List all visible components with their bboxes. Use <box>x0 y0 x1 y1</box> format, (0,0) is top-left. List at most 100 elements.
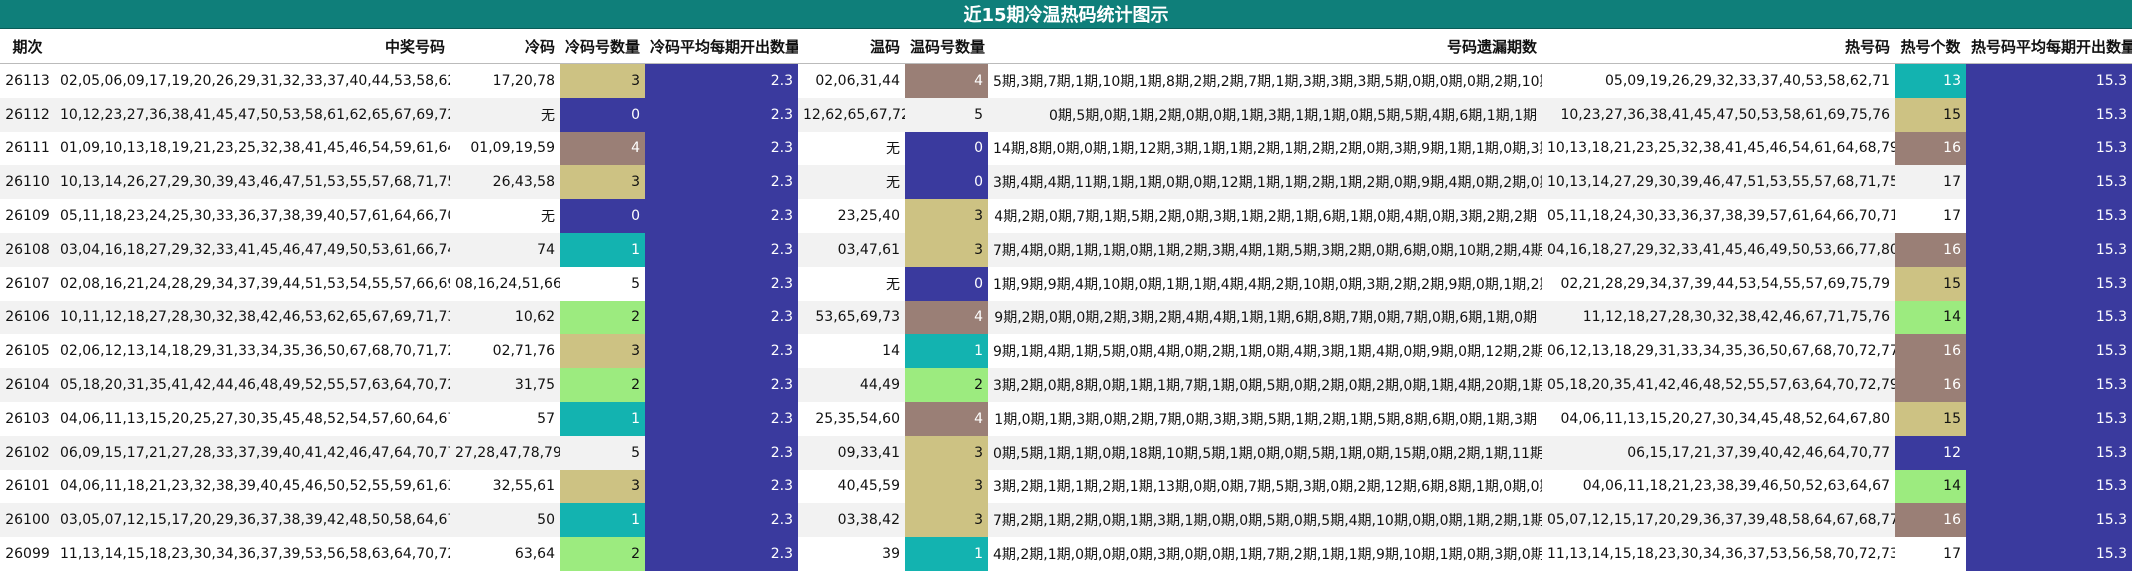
cell-cold-avg: 2.3 <box>645 97 798 132</box>
cell-hot: 02,21,28,29,34,37,39,44,53,54,55,57,69,7… <box>1542 266 1895 301</box>
cell-hot-count: 12 <box>1895 435 1966 470</box>
cell-warm: 14 <box>798 334 905 369</box>
col-header-hot-avg: 热号码平均每期开出数量 <box>1966 28 2132 64</box>
cell-cold-count: 1 <box>560 232 645 267</box>
cell-numbers: 02,05,06,09,17,19,20,26,29,31,32,33,37,4… <box>55 63 450 98</box>
cell-numbers: 04,06,11,13,15,20,25,27,30,35,45,48,52,5… <box>55 401 450 436</box>
cell-cold-count: 2 <box>560 537 645 571</box>
cell-period: 26104 <box>0 368 55 402</box>
cell-cold-avg: 2.3 <box>645 232 798 267</box>
cell-hot: 10,13,18,21,23,25,32,38,41,45,46,54,61,6… <box>1542 131 1895 166</box>
table-row: 26104 05,18,20,31,35,41,42,44,46,48,49,52… <box>0 368 2132 402</box>
cell-hot-avg: 15.3 <box>1966 368 2132 402</box>
col-header-period: 期次 <box>0 28 55 64</box>
cell-warm: 40,45,59 <box>798 469 905 504</box>
cell-cold-avg: 2.3 <box>645 199 798 233</box>
cell-hot-avg: 15.3 <box>1966 537 2132 571</box>
cell-cold-count: 1 <box>560 503 645 538</box>
table-row: 26110 10,13,14,26,27,29,30,39,43,46,47,51… <box>0 165 2132 200</box>
table-row: 26106 10,11,12,18,27,28,30,32,38,42,46,53… <box>0 300 2132 335</box>
cell-hot: 04,16,18,27,29,32,33,41,45,46,49,50,53,6… <box>1542 232 1895 267</box>
cell-cold-avg: 2.3 <box>645 165 798 200</box>
cell-miss: 3期,2期,0期,8期,0期,1期,1期,7期,1期,0期,5期,0期,2期,0… <box>988 368 1542 402</box>
cell-cold-count: 3 <box>560 334 645 369</box>
cell-cold: 10,62 <box>450 300 560 335</box>
cell-warm: 53,65,69,73 <box>798 300 905 335</box>
cell-hot: 10,13,14,27,29,30,39,46,47,51,53,55,57,6… <box>1542 165 1895 200</box>
table-row: 26101 04,06,11,18,21,23,32,38,39,40,45,46… <box>0 469 2132 504</box>
cell-period: 26106 <box>0 300 55 335</box>
cell-warm-count: 0 <box>905 131 988 166</box>
cell-miss: 3期,4期,4期,11期,1期,1期,0期,0期,12期,1期,1期,2期,1期… <box>988 165 1542 200</box>
cell-hot-avg: 15.3 <box>1966 232 2132 267</box>
cell-hot: 04,06,11,13,15,20,27,30,34,45,48,52,64,6… <box>1542 401 1895 436</box>
cell-miss: 7期,4期,0期,1期,1期,0期,1期,2期,3期,4期,1期,5期,3期,2… <box>988 232 1542 267</box>
cell-cold-avg: 2.3 <box>645 537 798 571</box>
cell-hot-avg: 15.3 <box>1966 266 2132 301</box>
cell-miss: 0期,5期,1期,1期,0期,18期,10期,5期,1期,0期,0期,5期,1期… <box>988 435 1542 470</box>
cell-hot: 11,13,14,15,18,23,30,34,36,37,53,56,58,7… <box>1542 537 1895 571</box>
cell-hot-count: 16 <box>1895 232 1966 267</box>
cell-warm-count: 3 <box>905 435 988 470</box>
cell-hot-avg: 15.3 <box>1966 503 2132 538</box>
col-header-miss: 号码遗漏期数 <box>988 28 1542 64</box>
cell-numbers: 01,09,10,13,18,19,21,23,25,32,38,41,45,4… <box>55 131 450 166</box>
cell-warm-count: 1 <box>905 537 988 571</box>
cell-miss: 1期,9期,9期,4期,10期,0期,1期,1期,4期,4期,2期,10期,0期… <box>988 266 1542 301</box>
table-body: 26113 02,05,06,09,17,19,20,26,29,31,32,33… <box>0 63 2132 571</box>
cell-hot-avg: 15.3 <box>1966 97 2132 132</box>
cell-warm: 无 <box>798 131 905 166</box>
cell-warm: 23,25,40 <box>798 199 905 233</box>
cell-miss: 14期,8期,0期,0期,1期,12期,3期,1期,1期,2期,1期,2期,2期… <box>988 131 1542 166</box>
cell-warm: 09,33,41 <box>798 435 905 470</box>
cell-cold-count: 4 <box>560 131 645 166</box>
cell-cold-count: 0 <box>560 199 645 233</box>
cell-warm: 无 <box>798 266 905 301</box>
cell-cold: 无 <box>450 97 560 132</box>
cell-cold-count: 3 <box>560 165 645 200</box>
table-row: 26113 02,05,06,09,17,19,20,26,29,31,32,33… <box>0 63 2132 98</box>
cell-numbers: 02,08,16,21,24,28,29,34,37,39,44,51,53,5… <box>55 266 450 301</box>
cell-warm: 无 <box>798 165 905 200</box>
cell-cold-avg: 2.3 <box>645 503 798 538</box>
cell-cold: 02,71,76 <box>450 334 560 369</box>
table-row: 26112 10,12,23,27,36,38,41,45,47,50,53,58… <box>0 97 2132 132</box>
cell-hot: 11,12,18,27,28,30,32,38,42,46,67,71,75,7… <box>1542 300 1895 335</box>
cell-cold: 31,75 <box>450 368 560 402</box>
cell-numbers: 02,06,12,13,14,18,29,31,33,34,35,36,50,6… <box>55 334 450 369</box>
cell-cold-avg: 2.3 <box>645 435 798 470</box>
cell-hot-count: 15 <box>1895 266 1966 301</box>
cell-cold-avg: 2.3 <box>645 469 798 504</box>
cell-miss: 5期,3期,7期,1期,10期,1期,8期,2期,2期,7期,1期,3期,3期,… <box>988 63 1542 98</box>
cell-period: 26109 <box>0 199 55 233</box>
cell-period: 26107 <box>0 266 55 301</box>
cell-hot-avg: 15.3 <box>1966 165 2132 200</box>
cell-warm-count: 4 <box>905 401 988 436</box>
cell-warm: 03,38,42 <box>798 503 905 538</box>
cell-hot-count: 16 <box>1895 334 1966 369</box>
cell-cold: 08,16,24,51,66 <box>450 266 560 301</box>
cell-cold: 63,64 <box>450 537 560 571</box>
cell-hot-avg: 15.3 <box>1966 63 2132 98</box>
cell-hot-count: 14 <box>1895 300 1966 335</box>
cell-warm-count: 3 <box>905 469 988 504</box>
cell-hot-count: 16 <box>1895 131 1966 166</box>
cell-period: 26113 <box>0 63 55 98</box>
cell-period: 26108 <box>0 232 55 267</box>
cell-hot-count: 13 <box>1895 63 1966 98</box>
cell-cold-count: 0 <box>560 97 645 132</box>
cell-warm: 44,49 <box>798 368 905 402</box>
cell-cold: 57 <box>450 401 560 436</box>
table-row: 26103 04,06,11,13,15,20,25,27,30,35,45,48… <box>0 401 2132 436</box>
cell-numbers: 10,11,12,18,27,28,30,32,38,42,46,53,62,6… <box>55 300 450 335</box>
cell-numbers: 10,13,14,26,27,29,30,39,43,46,47,51,53,5… <box>55 165 450 200</box>
cell-hot-count: 16 <box>1895 503 1966 538</box>
table-row: 26109 05,11,18,23,24,25,30,33,36,37,38,39… <box>0 199 2132 233</box>
stats-table: 近15期冷温热码统计图示 期次 中奖号码 冷码 冷码号数量 冷码平均每期开出数量… <box>0 0 2132 571</box>
cell-hot: 05,07,12,15,17,20,29,36,37,39,48,58,64,6… <box>1542 503 1895 538</box>
cell-cold-avg: 2.3 <box>645 300 798 335</box>
cell-hot-avg: 15.3 <box>1966 131 2132 166</box>
cell-cold-count: 3 <box>560 63 645 98</box>
cell-warm-count: 3 <box>905 232 988 267</box>
cell-cold-avg: 2.3 <box>645 368 798 402</box>
